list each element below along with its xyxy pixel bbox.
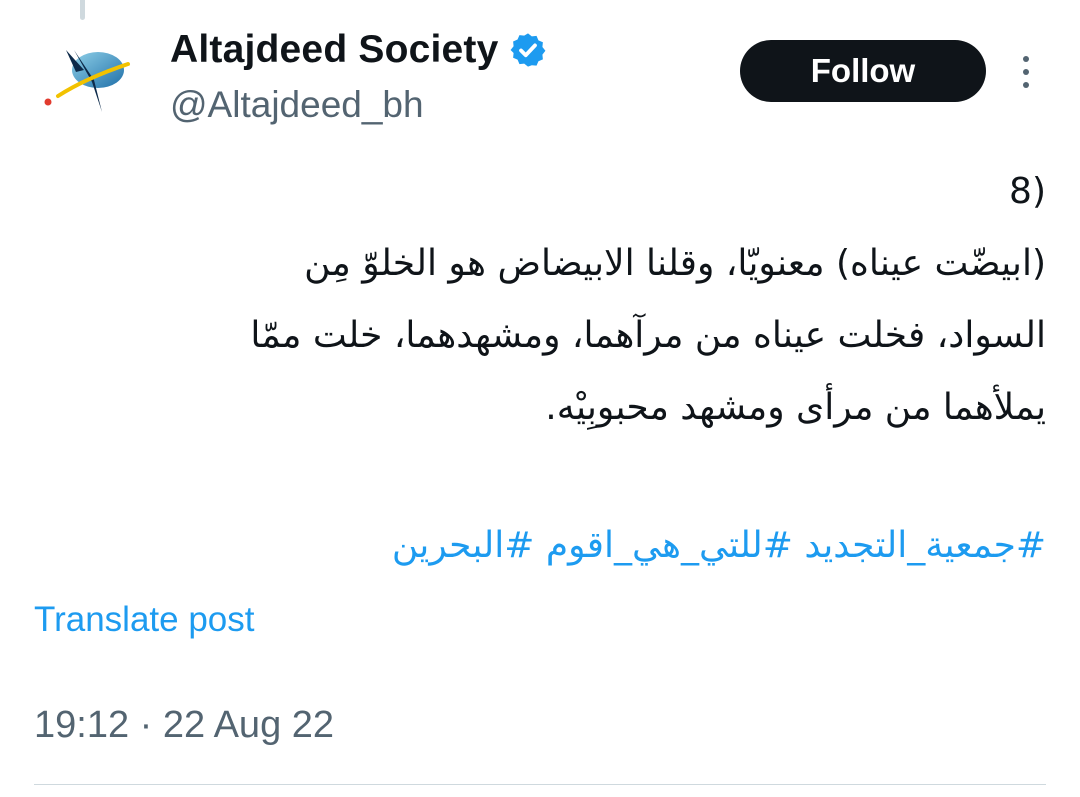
- divider: [34, 784, 1046, 785]
- more-dot: [1023, 69, 1029, 75]
- thread-connector-line: [80, 0, 85, 20]
- altajdeed-logo-icon: [44, 50, 130, 112]
- more-dot: [1023, 82, 1029, 88]
- tweet-text: (8 (ابيضّت عيناه) معنويّا، وقلنا الابيضا…: [106, 156, 1046, 444]
- post-timestamp[interactable]: 19:12 · 22 Aug 22: [34, 704, 334, 747]
- tweet-line: (ابيضّت عيناه) معنويّا، وقلنا الابيضاض ه…: [304, 243, 1046, 284]
- follow-button[interactable]: Follow: [740, 40, 986, 102]
- hashtag-link[interactable]: #للتي_هي_اقوم: [546, 525, 793, 566]
- verified-badge-icon: [510, 33, 545, 67]
- user-handle[interactable]: @Altajdeed_bh: [170, 84, 424, 126]
- more-dot: [1023, 56, 1029, 62]
- tweet-line: السواد، فخلت عيناه من مرآهما، ومشهدهما، …: [250, 315, 1046, 356]
- tweet-line: يملأهما من مرأى ومشهد محبوبِيْه.: [545, 387, 1046, 428]
- hashtag-link[interactable]: #جمعية_التجديد: [804, 525, 1046, 566]
- more-options-icon[interactable]: [1010, 50, 1042, 94]
- display-name[interactable]: Altajdeed Society: [170, 28, 499, 72]
- author-name-row[interactable]: Altajdeed Society: [170, 28, 547, 72]
- hashtag-link[interactable]: #البحرين: [392, 525, 535, 566]
- avatar[interactable]: [36, 40, 136, 140]
- hashtag-line: #جمعية_التجديد #للتي_هي_اقوم #البحرين: [46, 516, 1046, 576]
- translate-post-link[interactable]: Translate post: [34, 600, 254, 640]
- tweet-line: (8: [1009, 171, 1046, 212]
